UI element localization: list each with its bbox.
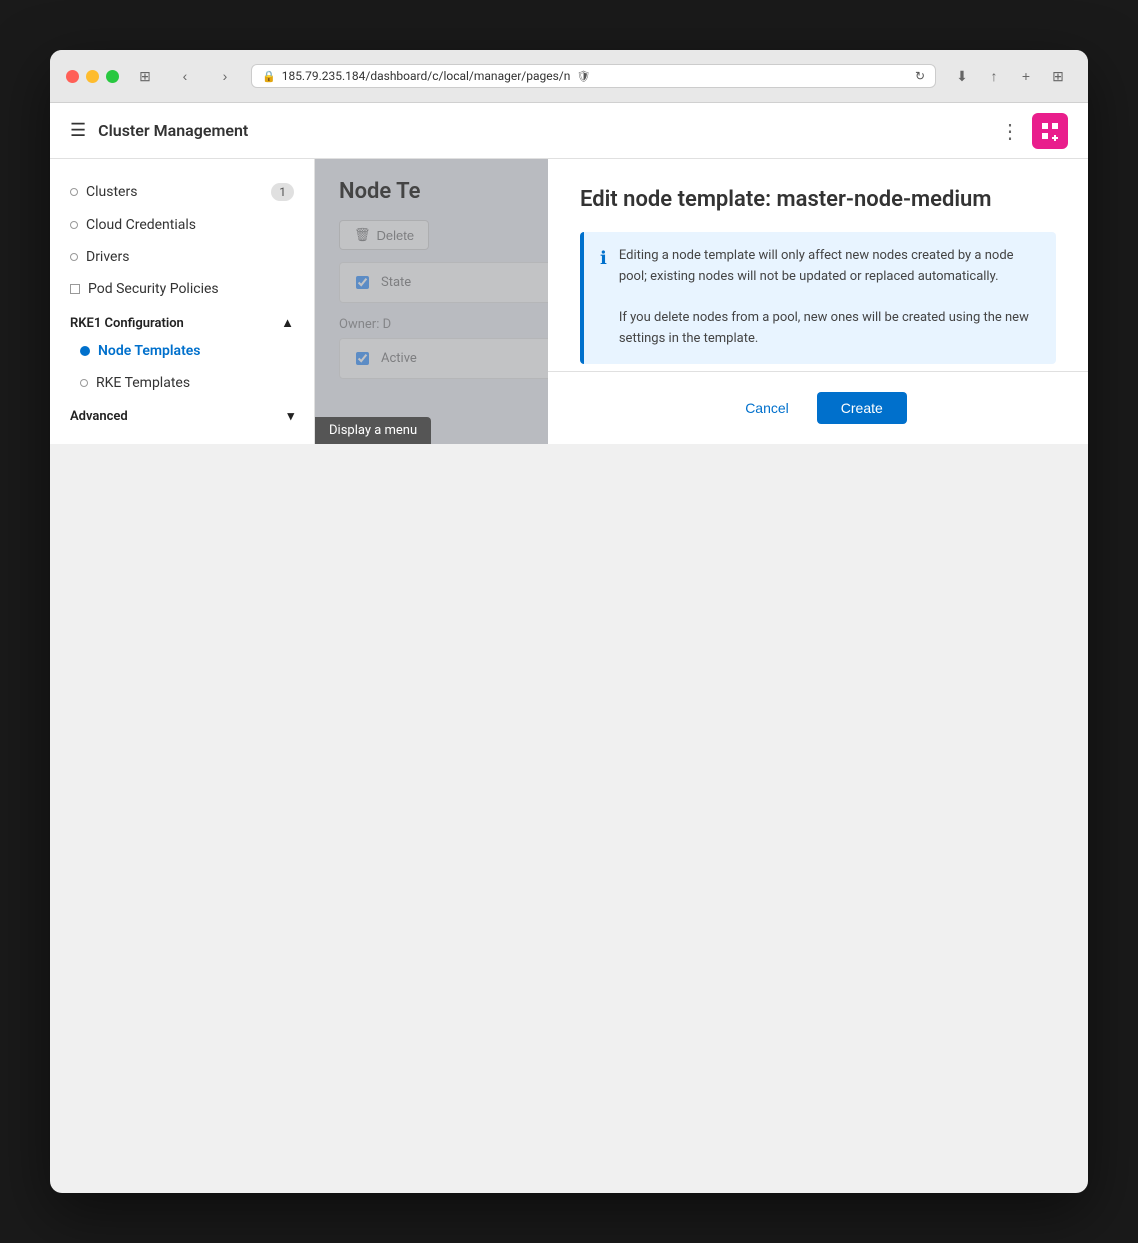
sidebar-item-drivers[interactable]: Drivers <box>50 241 314 273</box>
hamburger-icon[interactable]: ☰ <box>70 120 86 141</box>
info-text: Editing a node template will only affect… <box>619 246 1040 350</box>
download-icon[interactable]: ⬇ <box>948 62 976 90</box>
address-text: 185.79.235.184/dashboard/c/local/manager… <box>282 69 571 83</box>
display-menu-bar[interactable]: Display a menu <box>315 417 431 444</box>
drivers-label: Drivers <box>86 249 129 265</box>
header-more-icon[interactable]: ⋮ <box>1000 119 1020 143</box>
sidebar-section-advanced[interactable]: Advanced ▾ <box>50 399 314 428</box>
maximize-button[interactable] <box>106 70 119 83</box>
info-icon: ℹ <box>600 248 607 269</box>
pod-security-icon <box>70 284 80 294</box>
clusters-label: Clusters <box>86 184 137 200</box>
advanced-chevron-icon: ▾ <box>287 409 294 424</box>
sidebar-item-rke-templates[interactable]: RKE Templates <box>60 367 314 399</box>
pod-security-label: Pod Security Policies <box>88 281 219 297</box>
sidebar-item-pod-security[interactable]: Pod Security Policies <box>50 273 314 305</box>
edit-panel: Edit node template: master-node-medium ℹ… <box>548 159 1088 444</box>
sidebar-toggle-browser[interactable]: ⊞ <box>131 62 159 90</box>
rke1-section-label: RKE1 Configuration <box>70 316 184 331</box>
app-header: ☰ Cluster Management ⋮ <box>50 103 1088 159</box>
modal-overlay: Edit node template: master-node-medium ℹ… <box>315 159 1088 444</box>
brand-logo <box>1032 113 1068 149</box>
close-button[interactable] <box>66 70 79 83</box>
back-button[interactable]: ‹ <box>171 62 199 90</box>
cancel-button[interactable]: Cancel <box>729 392 805 424</box>
minimize-button[interactable] <box>86 70 99 83</box>
sidebar: Clusters 1 Cloud Credentials Drivers <box>50 159 315 444</box>
edit-panel-title: Edit node template: master-node-medium <box>580 187 1056 212</box>
reload-icon: ↻ <box>915 69 925 83</box>
traffic-lights <box>66 70 119 83</box>
node-templates-label: Node Templates <box>98 343 201 359</box>
advanced-label: Advanced <box>70 409 128 424</box>
share-icon[interactable]: ↑ <box>980 62 1008 90</box>
lock-icon: 🔒 <box>262 70 276 83</box>
rke1-chevron-icon: ▲ <box>281 315 294 331</box>
clusters-icon <box>70 188 78 196</box>
grid-icon[interactable]: ⊞ <box>1044 62 1072 90</box>
rke-templates-icon <box>80 379 88 387</box>
address-bar[interactable]: 🔒 185.79.235.184/dashboard/c/local/manag… <box>251 64 936 88</box>
sidebar-section-rke1[interactable]: RKE1 Configuration ▲ <box>50 305 314 335</box>
node-templates-icon <box>80 346 90 356</box>
cloud-credentials-icon <box>70 221 78 229</box>
rke-templates-label: RKE Templates <box>96 375 190 391</box>
sidebar-item-cloud-credentials[interactable]: Cloud Credentials <box>50 209 314 241</box>
cloud-credentials-label: Cloud Credentials <box>86 217 196 233</box>
sidebar-item-clusters[interactable]: Clusters 1 <box>50 175 314 209</box>
forward-button[interactable]: › <box>211 62 239 90</box>
sidebar-item-node-templates[interactable]: Node Templates <box>60 335 314 367</box>
content-area: Node Te ✦ Add Template 🗑 Delete State Ow… <box>315 159 1088 444</box>
display-menu-label: Display a menu <box>329 423 417 438</box>
panel-footer: Cancel Create <box>548 371 1088 444</box>
add-tab-button[interactable]: + <box>1012 62 1040 90</box>
shield-icon: 🛡 <box>576 70 590 83</box>
clusters-badge: 1 <box>271 183 294 201</box>
app-title: Cluster Management <box>98 121 248 140</box>
info-box: ℹ Editing a node template will only affe… <box>580 232 1056 364</box>
create-button[interactable]: Create <box>817 392 907 424</box>
drivers-icon <box>70 253 78 261</box>
